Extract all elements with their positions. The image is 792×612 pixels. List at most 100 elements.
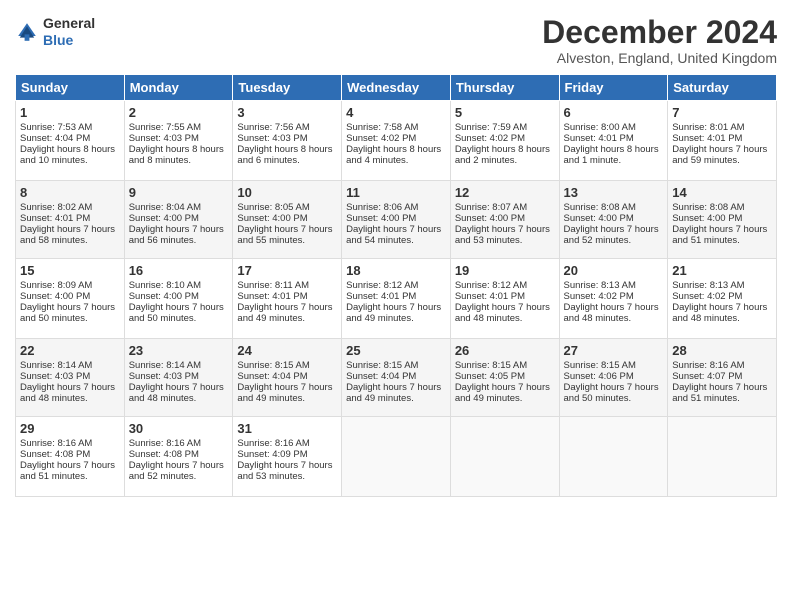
logo-icon xyxy=(15,20,39,44)
daylight: Daylight hours 7 hours and 58 minutes. xyxy=(20,224,115,246)
day-number: 18 xyxy=(346,263,446,278)
day-number: 6 xyxy=(564,105,664,120)
sunrise: Sunrise: 7:58 AM xyxy=(346,122,418,133)
table-row: 11Sunrise: 8:06 AMSunset: 4:00 PMDayligh… xyxy=(342,181,451,259)
table-row xyxy=(668,417,777,497)
table-row: 10Sunrise: 8:05 AMSunset: 4:00 PMDayligh… xyxy=(233,181,342,259)
sunrise: Sunrise: 8:08 AM xyxy=(672,202,744,213)
table-row: 2Sunrise: 7:55 AMSunset: 4:03 PMDaylight… xyxy=(124,101,233,181)
sunset: Sunset: 4:02 PM xyxy=(346,133,416,144)
daylight: Daylight hours 8 hours and 2 minutes. xyxy=(455,144,550,166)
daylight: Daylight hours 7 hours and 51 minutes. xyxy=(20,460,115,482)
day-number: 3 xyxy=(237,105,337,120)
sunrise: Sunrise: 8:01 AM xyxy=(672,122,744,133)
sunrise: Sunrise: 8:14 AM xyxy=(129,360,201,371)
table-row: 5Sunrise: 7:59 AMSunset: 4:02 PMDaylight… xyxy=(450,101,559,181)
sunset: Sunset: 4:08 PM xyxy=(129,449,199,460)
daylight: Daylight hours 7 hours and 50 minutes. xyxy=(20,302,115,324)
title-block: December 2024 Alveston, England, United … xyxy=(542,15,777,66)
daylight: Daylight hours 7 hours and 48 minutes. xyxy=(564,302,659,324)
sunset: Sunset: 4:01 PM xyxy=(237,291,307,302)
day-number: 24 xyxy=(237,343,337,358)
sunset: Sunset: 4:00 PM xyxy=(129,213,199,224)
table-row: 19 Sunrise: 8:12 AMSunset: 4:01 PMDayligh… xyxy=(450,259,559,339)
daylight: Daylight hours 7 hours and 51 minutes. xyxy=(672,382,767,404)
sunset: Sunset: 4:03 PM xyxy=(237,133,307,144)
sunset: Sunset: 4:01 PM xyxy=(455,291,525,302)
sunrise: Sunrise: 8:14 AM xyxy=(20,360,92,371)
sunset: Sunset: 4:01 PM xyxy=(346,291,416,302)
day-number: 30 xyxy=(129,421,229,436)
day-number: 14 xyxy=(672,185,772,200)
daylight: Daylight hours 7 hours and 49 minutes. xyxy=(455,382,550,404)
sunrise: Sunrise: 7:59 AM xyxy=(455,122,527,133)
week-row-2: 8Sunrise: 8:02 AMSunset: 4:01 PMDaylight… xyxy=(16,181,777,259)
col-tuesday: Tuesday xyxy=(233,75,342,101)
table-row: 12Sunrise: 8:07 AMSunset: 4:00 PMDayligh… xyxy=(450,181,559,259)
page-container: General Blue December 2024 Alveston, Eng… xyxy=(0,0,792,612)
sunset: Sunset: 4:02 PM xyxy=(455,133,525,144)
location: Alveston, England, United Kingdom xyxy=(542,50,777,66)
table-row: 9Sunrise: 8:04 AMSunset: 4:00 PMDaylight… xyxy=(124,181,233,259)
daylight: Daylight hours 8 hours and 4 minutes. xyxy=(346,144,441,166)
daylight: Daylight hours 7 hours and 49 minutes. xyxy=(237,302,332,324)
col-saturday: Saturday xyxy=(668,75,777,101)
sunrise: Sunrise: 8:10 AM xyxy=(129,280,201,291)
sunset: Sunset: 4:00 PM xyxy=(20,291,90,302)
logo: General Blue xyxy=(15,15,95,49)
table-row: 13Sunrise: 8:08 AMSunset: 4:00 PMDayligh… xyxy=(559,181,668,259)
day-number: 15 xyxy=(20,263,120,278)
col-thursday: Thursday xyxy=(450,75,559,101)
daylight: Daylight hours 7 hours and 48 minutes. xyxy=(672,302,767,324)
table-row xyxy=(450,417,559,497)
day-number: 8 xyxy=(20,185,120,200)
sunset: Sunset: 4:03 PM xyxy=(129,371,199,382)
col-wednesday: Wednesday xyxy=(342,75,451,101)
day-number: 7 xyxy=(672,105,772,120)
daylight: Daylight hours 7 hours and 49 minutes. xyxy=(346,382,441,404)
sunset: Sunset: 4:02 PM xyxy=(564,291,634,302)
sunrise: Sunrise: 7:56 AM xyxy=(237,122,309,133)
sunset: Sunset: 4:01 PM xyxy=(564,133,634,144)
daylight: Daylight hours 7 hours and 53 minutes. xyxy=(237,460,332,482)
sunset: Sunset: 4:00 PM xyxy=(346,213,416,224)
sunset: Sunset: 4:00 PM xyxy=(455,213,525,224)
sunrise: Sunrise: 8:06 AM xyxy=(346,202,418,213)
table-row: 7Sunrise: 8:01 AMSunset: 4:01 PMDaylight… xyxy=(668,101,777,181)
sunrise: Sunrise: 8:15 AM xyxy=(455,360,527,371)
week-row-5: 29Sunrise: 8:16 AMSunset: 4:08 PMDayligh… xyxy=(16,417,777,497)
daylight: Daylight hours 7 hours and 51 minutes. xyxy=(672,224,767,246)
sunrise: Sunrise: 8:12 AM xyxy=(455,280,527,291)
table-row xyxy=(559,417,668,497)
col-monday: Monday xyxy=(124,75,233,101)
table-row: 23Sunrise: 8:14 AMSunset: 4:03 PMDayligh… xyxy=(124,339,233,417)
table-row: 16Sunrise: 8:10 AMSunset: 4:00 PMDayligh… xyxy=(124,259,233,339)
daylight: Daylight hours 7 hours and 48 minutes. xyxy=(20,382,115,404)
daylight: Daylight hours 7 hours and 48 minutes. xyxy=(455,302,550,324)
week-row-4: 22Sunrise: 8:14 AMSunset: 4:03 PMDayligh… xyxy=(16,339,777,417)
calendar: Sunday Monday Tuesday Wednesday Thursday… xyxy=(15,74,777,497)
sunset: Sunset: 4:04 PM xyxy=(237,371,307,382)
col-friday: Friday xyxy=(559,75,668,101)
sunrise: Sunrise: 8:11 AM xyxy=(237,280,309,291)
table-row: 18Sunrise: 8:12 AMSunset: 4:01 PMDayligh… xyxy=(342,259,451,339)
day-number: 22 xyxy=(20,343,120,358)
daylight: Daylight hours 8 hours and 8 minutes. xyxy=(129,144,224,166)
col-sunday: Sunday xyxy=(16,75,125,101)
table-row: 25Sunrise: 8:15 AMSunset: 4:04 PMDayligh… xyxy=(342,339,451,417)
daylight: Daylight hours 7 hours and 59 minutes. xyxy=(672,144,767,166)
table-row: 4Sunrise: 7:58 AMSunset: 4:02 PMDaylight… xyxy=(342,101,451,181)
sunrise: Sunrise: 8:07 AM xyxy=(455,202,527,213)
sunrise: Sunrise: 8:16 AM xyxy=(237,438,309,449)
daylight: Daylight hours 7 hours and 55 minutes. xyxy=(237,224,332,246)
day-number: 25 xyxy=(346,343,446,358)
day-number: 16 xyxy=(129,263,229,278)
table-row: 14Sunrise: 8:08 AMSunset: 4:00 PMDayligh… xyxy=(668,181,777,259)
table-row: 30Sunrise: 8:16 AMSunset: 4:08 PMDayligh… xyxy=(124,417,233,497)
month-title: December 2024 xyxy=(542,15,777,50)
table-row: 8Sunrise: 8:02 AMSunset: 4:01 PMDaylight… xyxy=(16,181,125,259)
daylight: Daylight hours 7 hours and 49 minutes. xyxy=(237,382,332,404)
calendar-header-row: Sunday Monday Tuesday Wednesday Thursday… xyxy=(16,75,777,101)
day-number: 19 xyxy=(455,263,555,278)
table-row: 1Sunrise: 7:53 AMSunset: 4:04 PMDaylight… xyxy=(16,101,125,181)
